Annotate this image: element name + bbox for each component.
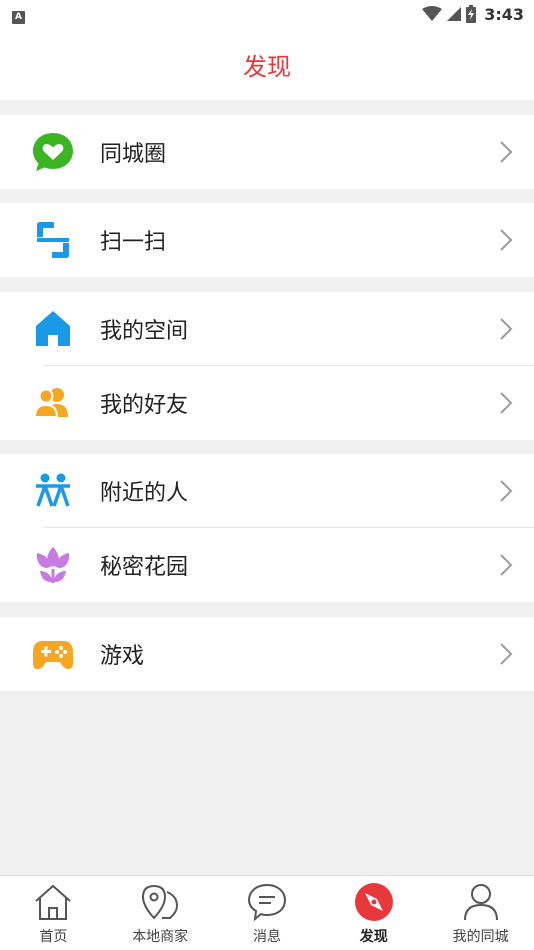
tab-home[interactable]: 首页 <box>0 876 107 950</box>
menu-item-my-friends[interactable]: 我的好友 <box>0 366 534 440</box>
user-icon <box>460 881 502 923</box>
menu-item-tongchengquan[interactable]: 同城圈 <box>0 115 534 189</box>
tab-label: 我的同城 <box>452 929 509 945</box>
tab-discover[interactable]: 发现 <box>320 876 427 950</box>
compass-icon <box>353 881 395 923</box>
heart-bubble-icon <box>32 131 74 173</box>
chevron-right-icon <box>500 554 513 576</box>
menu-item-label: 我的好友 <box>100 393 189 418</box>
battery-icon <box>466 5 477 23</box>
menu-group-2: 扫一扫 <box>0 203 534 277</box>
header: 发现 <box>0 28 534 100</box>
tab-label: 发现 <box>359 929 388 945</box>
chevron-right-icon <box>500 480 513 502</box>
chevron-right-icon <box>500 229 513 251</box>
wifi-icon <box>422 6 443 21</box>
scan-icon <box>32 219 74 261</box>
menu-item-games[interactable]: 游戏 <box>0 617 534 691</box>
bottom-tab-bar: 首页 本地商家 消息 发现 我的同城 <box>0 875 534 950</box>
menu-item-label: 秘密花园 <box>100 555 189 580</box>
menu-item-label: 同城圈 <box>100 142 167 167</box>
menu-item-label: 游戏 <box>100 644 145 669</box>
tab-messages[interactable]: 消息 <box>214 876 321 950</box>
home-outline-icon <box>32 881 74 923</box>
friends-icon <box>32 382 74 424</box>
app-notification-icon: A <box>12 11 25 24</box>
signal-icon <box>447 7 462 21</box>
chat-bubble-icon <box>246 881 288 923</box>
status-left: A <box>12 4 25 24</box>
tab-label: 本地商家 <box>132 929 189 945</box>
page-title: 发现 <box>243 52 291 81</box>
tab-label: 首页 <box>39 929 68 945</box>
menu-item-nearby-people[interactable]: 附近的人 <box>0 454 534 528</box>
home-icon <box>32 308 74 350</box>
location-pin-icon <box>139 881 181 923</box>
nearby-people-icon <box>32 470 74 512</box>
chevron-right-icon <box>500 643 513 665</box>
chevron-right-icon <box>500 392 513 414</box>
menu-item-secret-garden[interactable]: 秘密花园 <box>0 528 534 602</box>
chevron-right-icon <box>500 318 513 340</box>
menu-group-4: 附近的人 秘密花园 <box>0 454 534 602</box>
menu-item-label: 附近的人 <box>100 481 189 506</box>
tab-my-city[interactable]: 我的同城 <box>427 876 534 950</box>
status-right: 3:43 <box>422 5 524 24</box>
gamepad-icon <box>32 633 74 675</box>
menu-item-label: 我的空间 <box>100 319 189 344</box>
menu-item-my-space[interactable]: 我的空间 <box>0 292 534 366</box>
menu-group-5: 游戏 <box>0 617 534 691</box>
menu-item-scan[interactable]: 扫一扫 <box>0 203 534 277</box>
menu-group-1: 同城圈 <box>0 115 534 189</box>
tab-label: 消息 <box>252 929 281 945</box>
flower-icon <box>32 544 74 586</box>
chevron-right-icon <box>500 141 513 163</box>
menu-group-3: 我的空间 我的好友 <box>0 292 534 440</box>
status-time: 3:43 <box>484 4 524 24</box>
menu-item-label: 扫一扫 <box>100 230 167 255</box>
status-bar: A 3:43 <box>0 0 534 28</box>
tab-local-merchants[interactable]: 本地商家 <box>107 876 214 950</box>
